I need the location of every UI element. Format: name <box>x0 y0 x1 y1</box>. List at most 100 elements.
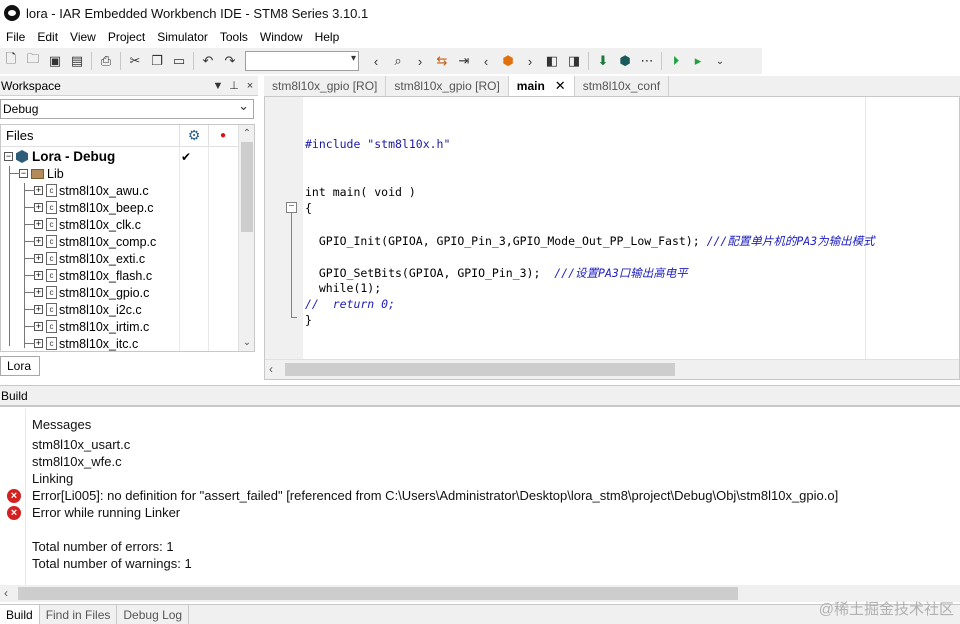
editor-horizontal-scrollbar[interactable]: ‹ <box>265 359 959 379</box>
scroll-left-icon[interactable]: ‹ <box>269 362 273 376</box>
expand-icon[interactable]: + <box>34 288 43 297</box>
collapse-icon[interactable]: − <box>4 152 13 161</box>
workspace-header: Workspace ▼ ⊥ × <box>0 76 258 96</box>
menu-view[interactable]: View <box>64 26 102 48</box>
scrollbar-thumb[interactable] <box>241 142 253 232</box>
tab-find-in-files[interactable]: Find in Files <box>40 604 118 624</box>
c-file-icon: c <box>46 252 57 265</box>
expand-icon[interactable]: + <box>34 203 43 212</box>
save-all-icon[interactable]: ▤ <box>66 50 88 72</box>
tree-file-row[interactable]: + c stm8l10x_exti.c <box>1 250 238 267</box>
file-name: stm8l10x_flash.c <box>59 268 153 283</box>
menu-file[interactable]: File <box>0 26 31 48</box>
find-next-icon[interactable]: › <box>409 50 431 72</box>
workspace-scrollbar[interactable]: ⌃ ⌄ <box>238 125 254 351</box>
workspace-tab-lora[interactable]: Lora <box>0 356 40 376</box>
pin-icon[interactable]: ⊥ <box>226 79 242 92</box>
scroll-down-icon[interactable]: ⌄ <box>239 334 254 351</box>
tree-project-row[interactable]: − Lora - Debug ✔ <box>1 148 238 165</box>
expand-icon[interactable]: + <box>34 237 43 246</box>
tab-stm8l10x-conf[interactable]: stm8l10x_conf <box>575 76 670 96</box>
tree-file-row[interactable]: + c stm8l10x_flash.c <box>1 267 238 284</box>
build-message[interactable]: Linking <box>32 471 73 486</box>
compile-icon[interactable]: ⬇ <box>592 50 614 72</box>
tab-build[interactable]: Build <box>0 604 40 624</box>
scroll-up-icon[interactable]: ⌃ <box>239 125 254 142</box>
goto-icon[interactable]: ⇥ <box>453 50 475 72</box>
tab-main[interactable]: main ✕ <box>508 76 575 96</box>
navigate-back-icon[interactable]: ‹ <box>475 50 497 72</box>
open-file-icon[interactable]: 🗀 <box>22 50 44 72</box>
build-messages[interactable]: Messages stm8l10x_usart.c stm8l10x_wfe.c… <box>0 409 960 585</box>
bookmark-icon[interactable]: ⬢ <box>497 50 519 72</box>
close-tab-icon[interactable]: ✕ <box>555 76 566 96</box>
prev-bookmark-icon[interactable]: ◧ <box>541 50 563 72</box>
expand-icon[interactable]: + <box>34 271 43 280</box>
tree-file-row[interactable]: + c stm8l10x_comp.c <box>1 233 238 250</box>
undo-icon[interactable]: ↶ <box>197 50 219 72</box>
right-margin-line <box>865 97 866 359</box>
make-icon[interactable]: ⬢ <box>614 50 636 72</box>
next-bookmark-icon[interactable]: ◨ <box>563 50 585 72</box>
tree-file-row[interactable]: + c stm8l10x_itc.c <box>1 335 238 351</box>
tab-debug-log[interactable]: Debug Log <box>117 604 190 624</box>
menu-tools[interactable]: Tools <box>214 26 254 48</box>
find-previous-icon[interactable]: ‹ <box>365 50 387 72</box>
fold-collapse-icon[interactable]: − <box>286 202 297 213</box>
find-icon[interactable]: ⌕ <box>387 50 409 72</box>
expand-icon[interactable]: + <box>34 339 43 348</box>
tree-file-row[interactable]: + c stm8l10x_irtim.c <box>1 318 238 335</box>
build-error-message[interactable]: Error while running Linker <box>32 505 180 520</box>
close-icon[interactable]: × <box>242 80 258 92</box>
menu-simulator[interactable]: Simulator <box>151 26 214 48</box>
options-column-gear-icon: ⚙ <box>179 125 208 147</box>
expand-icon[interactable]: + <box>34 186 43 195</box>
scroll-left-icon[interactable]: ‹ <box>4 586 8 600</box>
new-file-icon[interactable]: 🗋 <box>0 50 22 72</box>
find-combo[interactable] <box>245 51 359 71</box>
file-name: stm8l10x_beep.c <box>59 200 154 215</box>
replace-icon[interactable]: ⇆ <box>431 50 453 72</box>
menu-project[interactable]: Project <box>102 26 151 48</box>
menu-edit[interactable]: Edit <box>31 26 64 48</box>
navigate-forward-icon[interactable]: › <box>519 50 541 72</box>
scrollbar-thumb[interactable] <box>285 363 675 376</box>
menu-help[interactable]: Help <box>309 26 346 48</box>
menu-window[interactable]: Window <box>254 26 309 48</box>
save-icon[interactable]: ▣ <box>44 50 66 72</box>
folder-name: Lib <box>47 166 64 181</box>
tree-file-row[interactable]: + c stm8l10x_clk.c <box>1 216 238 233</box>
bottom-tab-bar: Build Find in Files Debug Log <box>0 604 960 624</box>
tab-stm8l10x-gpio-ro[interactable]: stm8l10x_gpio [RO] <box>264 76 387 96</box>
print-icon[interactable]: ⎙ <box>95 50 117 72</box>
stop-build-icon[interactable]: ⋯ <box>636 50 658 72</box>
scrollbar-thumb[interactable] <box>18 587 738 600</box>
code-editor[interactable]: − #include "stm8l10x.h" int main( void )… <box>264 96 960 380</box>
build-message[interactable]: stm8l10x_wfe.c <box>32 454 122 469</box>
workspace-menu-icon[interactable]: ▼ <box>210 80 226 92</box>
expand-icon[interactable]: + <box>34 254 43 263</box>
tree-file-row[interactable]: + c stm8l10x_i2c.c <box>1 301 238 318</box>
expand-icon[interactable]: + <box>34 220 43 229</box>
toolbar-overflow-icon[interactable]: ⌄ <box>709 50 731 72</box>
expand-icon[interactable]: + <box>34 305 43 314</box>
redo-icon[interactable]: ↷ <box>219 50 241 72</box>
collapse-icon[interactable]: − <box>19 169 28 178</box>
cut-icon[interactable]: ✂ <box>124 50 146 72</box>
workspace-tree: Files ⚙ ● − Lora - Debug ✔ − Lib + c stm… <box>0 124 255 352</box>
download-debug-icon[interactable]: ⏵ <box>665 50 687 72</box>
build-panel-header: Build <box>0 385 960 407</box>
debug-without-download-icon[interactable]: ▸ <box>687 50 709 72</box>
build-message[interactable]: stm8l10x_usart.c <box>32 437 130 452</box>
tree-file-row[interactable]: + c stm8l10x_awu.c <box>1 182 238 199</box>
configuration-select[interactable]: Debug <box>0 97 254 119</box>
tree-folder-row[interactable]: − Lib <box>1 165 238 182</box>
paste-icon[interactable]: ▭ <box>168 50 190 72</box>
tree-file-row[interactable]: + c stm8l10x_gpio.c <box>1 284 238 301</box>
copy-icon[interactable]: ❐ <box>146 50 168 72</box>
tab-stm8l10x-gpio-ro-2[interactable]: stm8l10x_gpio [RO] <box>386 76 509 96</box>
tree-file-row[interactable]: + c stm8l10x_beep.c <box>1 199 238 216</box>
expand-icon[interactable]: + <box>34 322 43 331</box>
build-error-message[interactable]: Error[Li005]: no definition for "assert_… <box>32 488 838 503</box>
build-horizontal-scrollbar[interactable]: ‹ <box>0 585 960 602</box>
